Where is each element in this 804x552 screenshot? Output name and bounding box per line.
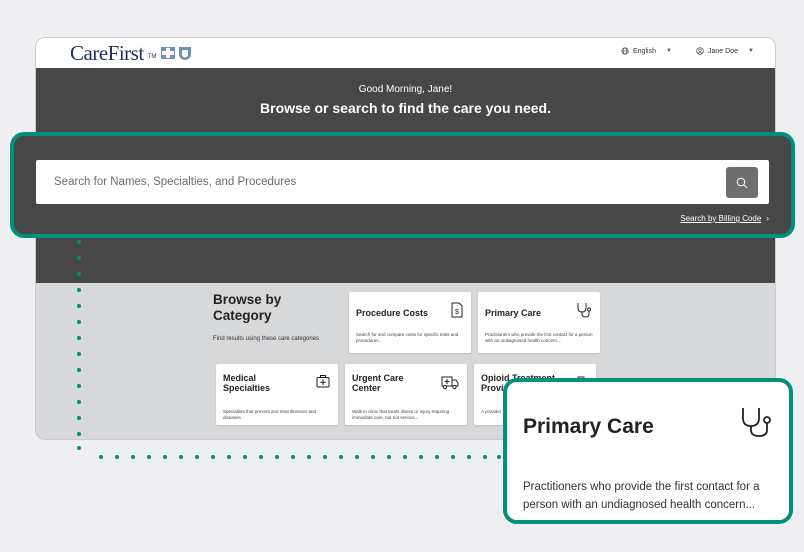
card-title: Primary Care [485, 308, 542, 318]
primary-care-zoom-callout[interactable]: Primary Care Practitioners who provide t… [503, 378, 793, 524]
card-title: Procedure Costs [356, 308, 429, 318]
search-button[interactable] [726, 167, 758, 198]
card-description: Practitioners who provide the first cont… [485, 332, 593, 343]
card-description: Specialties that prevent and treat illne… [223, 409, 317, 420]
zoom-desc-line1: Practitioners who provide the first cont… [523, 481, 760, 493]
search-icon [736, 177, 748, 188]
billing-code-link[interactable]: Search by Billing Code › [680, 214, 769, 223]
ambulance-icon [441, 374, 459, 395]
category-card-medical-specialties[interactable]: Medical Specialties Specialties that pre… [216, 364, 338, 425]
hero-headline: Browse or search to find the care you ne… [260, 100, 551, 116]
card-description: Search for and compare costs for specifi… [356, 332, 459, 343]
dotted-connector-vertical [77, 240, 81, 450]
category-card-urgent-care[interactable]: Urgent Care Center Walk-in clinic that t… [345, 364, 467, 425]
zoom-card-title: Primary Care [523, 415, 654, 438]
user-name: Jane Doe [708, 47, 738, 55]
stethoscope-icon [576, 302, 592, 323]
globe-icon [621, 47, 629, 55]
language-selector[interactable]: English ▼ [621, 47, 672, 55]
browse-title-line1: Browse by [213, 292, 282, 307]
user-menu[interactable]: Jane Doe ▼ [696, 47, 754, 55]
browse-category-subtitle: Find results using these care categories [213, 336, 320, 342]
category-card-procedure-costs[interactable]: Procedure Costs $ Search for and compare… [349, 292, 471, 353]
card-title: Medical Specialties [223, 373, 271, 393]
card-title: Urgent Care Center [352, 373, 404, 393]
chevron-down-icon: ▼ [747, 48, 754, 54]
search-input[interactable] [36, 160, 716, 204]
search-bar [36, 160, 769, 204]
greeting-text: Good Morning, Jane! [358, 84, 453, 95]
user-avatar-icon [696, 47, 704, 55]
zoom-desc-line2: person with an undiagnosed health concer… [523, 499, 756, 511]
search-highlight: Search by Billing Code › [10, 132, 795, 238]
chevron-right-icon: › [766, 214, 769, 223]
svg-text:$: $ [455, 309, 459, 316]
language-label: English [633, 47, 656, 55]
category-card-primary-care[interactable]: Primary Care Practitioners who provide t… [478, 292, 600, 353]
stethoscope-icon [739, 406, 775, 443]
zoom-card-description: Practitioners who provide the first cont… [523, 478, 793, 514]
dotted-connector-horizontal [99, 455, 501, 459]
top-navigation-bar: CareFirst TM English ▼ Jane Doe ▼ [36, 38, 775, 68]
card-description: Walk-in clinic that treats illness or in… [352, 409, 450, 420]
medical-bag-icon [316, 374, 330, 393]
logo-trademark: TM [147, 54, 157, 60]
chevron-down-icon: ▼ [665, 48, 672, 54]
logo-text: CareFirst [70, 40, 144, 65]
billing-code-label: Search by Billing Code [680, 214, 762, 223]
browse-title-line2: Category [213, 308, 272, 323]
carefirst-logo[interactable]: CareFirst TM [70, 41, 194, 65]
cross-shield-icon [161, 47, 192, 60]
price-tag-icon: $ [451, 302, 463, 323]
browse-category-heading: Browse by Category [213, 292, 281, 324]
